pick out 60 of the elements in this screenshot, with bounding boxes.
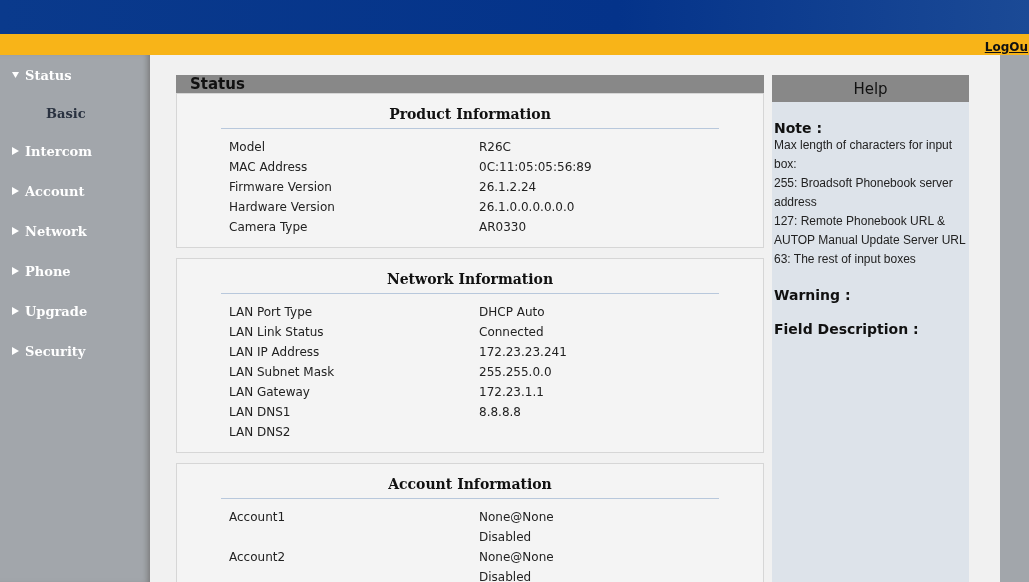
help-text: 63: The rest of input boxes: [774, 251, 917, 268]
help-text: Max length of characters for input: [774, 137, 954, 154]
nav-subitem[interactable]: Basic: [0, 95, 150, 131]
help-text: address: [774, 194, 818, 211]
field-value: 255.255.0.0: [479, 365, 553, 379]
section-title: Product Information: [221, 102, 719, 129]
nav-item[interactable]: Security: [0, 331, 150, 371]
field-label: LAN Port Type: [229, 305, 314, 319]
help-heading: Warning :: [774, 287, 852, 303]
caret-right-icon: [12, 187, 19, 195]
field-label: Firmware Version: [229, 180, 333, 194]
field-value: AR0330: [479, 220, 528, 234]
nav-item[interactable]: Status: [0, 55, 150, 95]
caret-down-icon: [12, 71, 19, 79]
help-text: AUTOP Manual Update Server URL: [774, 232, 967, 249]
caret-right-icon: [12, 227, 19, 235]
field-value: 0C:11:05:05:56:89: [479, 160, 593, 174]
field-label: Account1: [229, 510, 287, 524]
field-value: None@None: [479, 510, 555, 524]
nav-item[interactable]: Intercom: [0, 131, 150, 171]
section-title: Account Information: [221, 472, 719, 499]
section-title: Network Information: [221, 267, 719, 294]
field-value: 26.1.2.24: [479, 180, 538, 194]
help-text: 127: Remote Phonebook URL &: [774, 213, 946, 230]
field-value: Disabled: [479, 570, 533, 582]
field-value: 172.23.1.1: [479, 385, 545, 399]
help-text: 255: Broadsoft Phonebook server: [774, 175, 954, 192]
nav-item[interactable]: Account: [0, 171, 150, 211]
field-label: LAN Subnet Mask: [229, 365, 336, 379]
field-label: LAN DNS2: [229, 425, 292, 439]
nav-item[interactable]: Phone: [0, 251, 150, 291]
field-label: Hardware Version: [229, 200, 336, 214]
help-title: Help: [772, 75, 969, 102]
field-value: 26.1.0.0.0.0.0.0: [479, 200, 576, 214]
field-label: MAC Address: [229, 160, 309, 174]
field-label: Camera Type: [229, 220, 309, 234]
field-label: LAN IP Address: [229, 345, 321, 359]
field-label: LAN Gateway: [229, 385, 311, 399]
field-label: LAN Link Status: [229, 325, 325, 339]
help-text: box:: [774, 156, 798, 173]
field-label: LAN DNS1: [229, 405, 292, 419]
field-label: Account2: [229, 550, 287, 564]
field-value: Disabled: [479, 530, 533, 544]
field-value: 172.23.23.241: [479, 345, 568, 359]
caret-right-icon: [12, 347, 19, 355]
field-value: R26C: [479, 140, 512, 154]
caret-right-icon: [12, 307, 19, 315]
nav-item[interactable]: Upgrade: [0, 291, 150, 331]
nav-item[interactable]: Network: [0, 211, 150, 251]
field-value: Connected: [479, 325, 545, 339]
help-heading: Note :: [774, 120, 823, 136]
caret-right-icon: [12, 147, 19, 155]
logout-link[interactable]: LogOu: [984, 40, 1028, 55]
field-label: Model: [229, 140, 267, 154]
help-heading: Field Description :: [774, 321, 920, 337]
panel-title: Status: [176, 75, 764, 93]
field-value: None@None: [479, 550, 555, 564]
field-value: 8.8.8.8: [479, 405, 522, 419]
field-value: DHCP Auto: [479, 305, 546, 319]
caret-right-icon: [12, 267, 19, 275]
